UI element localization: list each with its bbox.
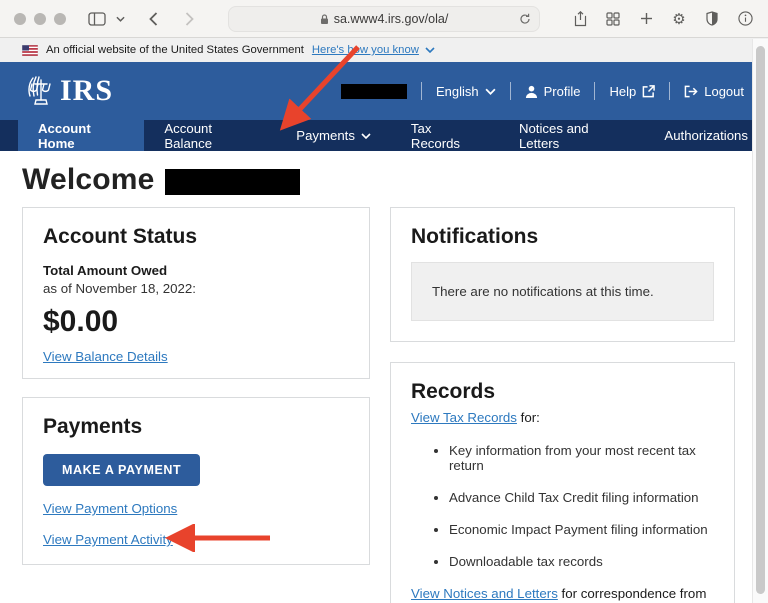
main-nav: Account Home Account Balance Payments Ta…	[0, 120, 768, 151]
reload-icon[interactable]	[519, 13, 531, 25]
records-bullet: Economic Impact Payment filing informati…	[449, 522, 714, 537]
account-status-title: Account Status	[43, 225, 349, 249]
page-title: Welcome	[22, 163, 155, 197]
url-text: sa.www4.irs.gov/ola/	[334, 12, 449, 26]
welcome-heading: Welcome	[0, 151, 768, 201]
gov-banner-text: An official website of the United States…	[46, 44, 304, 56]
new-tab-icon[interactable]	[633, 6, 659, 32]
records-title: Records	[411, 380, 714, 404]
tab-overview-icon[interactable]	[600, 6, 626, 32]
account-status-card: Account Status Total Amount Owed as of N…	[22, 207, 370, 379]
share-icon[interactable]	[567, 6, 593, 32]
back-button-icon[interactable]	[140, 6, 166, 32]
irs-wordmark: IRS	[60, 76, 113, 106]
help-button[interactable]: Help	[609, 84, 655, 99]
settings-gear-icon[interactable]: ⚙	[666, 6, 692, 32]
total-owed-label: Total Amount Owed	[43, 263, 349, 278]
payments-card: Payments MAKE A PAYMENT View Payment Opt…	[22, 397, 370, 565]
records-bullet: Downloadable tax records	[449, 554, 714, 569]
view-payment-options-link[interactable]: View Payment Options	[43, 501, 349, 516]
amount-owed-value: $0.00	[43, 305, 349, 339]
make-a-payment-button[interactable]: MAKE A PAYMENT	[43, 454, 200, 486]
address-bar[interactable]: sa.www4.irs.gov/ola/	[228, 6, 540, 32]
irs-logo[interactable]: IRS	[24, 74, 113, 108]
irs-eagle-icon	[24, 74, 58, 108]
nav-notices-letters[interactable]: Notices and Letters	[499, 120, 644, 151]
how-you-know-link[interactable]: Here's how you know	[312, 44, 419, 56]
view-balance-details-link[interactable]: View Balance Details	[43, 349, 168, 364]
notifications-empty-message: There are no notifications at this time.	[432, 284, 654, 299]
records-card: Records View Tax Records for: Key inform…	[390, 362, 735, 603]
records-bullet-list: Key information from your most recent ta…	[449, 443, 714, 569]
browser-toolbar: sa.www4.irs.gov/ola/ ⚙	[0, 0, 768, 38]
language-selector[interactable]: English	[436, 84, 496, 99]
as-of-date: as of November 18, 2022:	[43, 281, 349, 296]
site-header: IRS English Profile Help Logout	[0, 62, 768, 120]
notifications-empty-box: There are no notifications at this time.	[411, 262, 714, 321]
external-link-icon	[642, 85, 655, 98]
lock-icon	[320, 14, 329, 25]
view-tax-records-link[interactable]: View Tax Records	[411, 410, 517, 425]
forward-button-icon[interactable]	[176, 6, 202, 32]
redaction-welcome-name	[165, 169, 300, 195]
page-content: Welcome Account Status Total Amount Owed…	[0, 151, 768, 603]
info-icon[interactable]	[732, 6, 758, 32]
tax-records-suffix: for:	[517, 410, 540, 425]
nav-authorizations[interactable]: Authorizations	[644, 120, 768, 151]
us-flag-icon	[22, 45, 38, 56]
person-icon	[525, 85, 538, 98]
privacy-shield-icon[interactable]	[699, 6, 725, 32]
profile-button[interactable]: Profile	[525, 84, 581, 99]
chevron-down-icon[interactable]	[425, 47, 435, 53]
nav-account-home[interactable]: Account Home	[18, 120, 144, 151]
notifications-card: Notifications There are no notifications…	[390, 207, 735, 342]
notifications-title: Notifications	[411, 225, 714, 249]
sidebar-toggle-icon[interactable]	[84, 6, 110, 32]
records-bullet: Key information from your most recent ta…	[449, 443, 714, 473]
nav-account-balance[interactable]: Account Balance	[144, 120, 276, 151]
logout-button[interactable]: Logout	[684, 84, 744, 99]
redaction-user-name	[341, 84, 407, 99]
scrollbar-thumb[interactable]	[756, 46, 765, 594]
records-bullet: Advance Child Tax Credit filing informat…	[449, 490, 714, 505]
view-payment-activity-link[interactable]: View Payment Activity	[43, 532, 349, 547]
zoom-window-button[interactable]	[54, 13, 66, 25]
sidebar-chevron-icon[interactable]	[112, 6, 128, 32]
close-window-button[interactable]	[14, 13, 26, 25]
nav-payments[interactable]: Payments	[276, 120, 391, 151]
gov-banner: An official website of the United States…	[0, 38, 768, 62]
payments-title: Payments	[43, 415, 349, 439]
page-scrollbar[interactable]	[752, 39, 768, 603]
chevron-down-icon	[361, 133, 371, 139]
minimize-window-button[interactable]	[34, 13, 46, 25]
view-notices-letters-link[interactable]: View Notices and Letters	[411, 586, 558, 601]
window-controls[interactable]	[14, 13, 66, 25]
logout-icon	[684, 85, 698, 98]
nav-tax-records[interactable]: Tax Records	[391, 120, 499, 151]
chevron-down-icon	[485, 88, 496, 95]
